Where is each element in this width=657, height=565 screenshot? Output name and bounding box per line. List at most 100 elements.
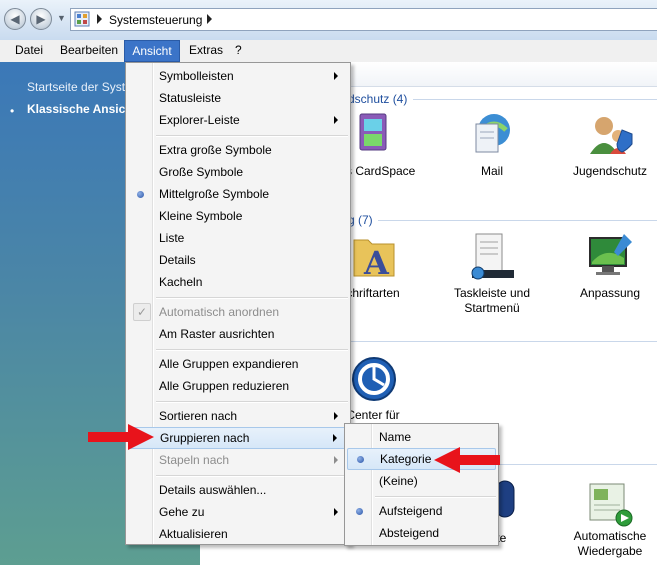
menu-item-label: Gehe zu <box>159 505 205 519</box>
taskbar-icon[interactable] <box>468 232 516 280</box>
submenu-arrow-icon <box>334 456 338 464</box>
submenu-arrow-icon <box>334 508 338 516</box>
item-label[interactable]: Automatische Wiedergabe <box>555 529 657 559</box>
menu-item-details[interactable]: Details <box>128 249 348 271</box>
menu-item-gruppieren-nach[interactable]: Gruppieren nach <box>128 427 348 449</box>
submenu-item-keine[interactable]: (Keine) <box>347 470 496 492</box>
group-divider <box>348 341 657 342</box>
menu-separator <box>156 297 348 299</box>
menu-item-explorer-leiste[interactable]: Explorer-Leiste <box>128 109 348 131</box>
bullet-icon: • <box>10 104 15 118</box>
forward-button[interactable]: ▶ <box>30 8 52 30</box>
menu-ansicht[interactable]: Ansicht <box>124 40 180 62</box>
menu-item-label: Am Raster ausrichten <box>159 327 275 341</box>
menu-item-label: Große Symbole <box>159 165 244 179</box>
breadcrumb-chevron-icon[interactable] <box>207 14 212 24</box>
menu-item-label: Details auswählen... <box>159 483 267 497</box>
ease-of-access-icon[interactable] <box>350 355 398 403</box>
group-header[interactable]: dschutz (4) <box>348 92 407 106</box>
menu-separator <box>156 135 348 137</box>
menu-bearbeiten[interactable]: Bearbeiten <box>55 40 123 62</box>
menu-item-gehe-zu[interactable]: Gehe zu <box>128 501 348 523</box>
menu-item-label: Aktualisieren <box>159 527 228 541</box>
item-label[interactable]: Mail <box>437 164 547 179</box>
menu-item-sortieren-nach[interactable]: Sortieren nach <box>128 405 348 427</box>
menu-item-label: Symbolleisten <box>159 69 234 83</box>
menu-item-label: Alle Gruppen expandieren <box>159 357 299 371</box>
menu-item-label: Mittelgroße Symbole <box>159 187 270 201</box>
menu-item-grosse-symbole[interactable]: Große Symbole <box>128 161 348 183</box>
menu-item-label: Alle Gruppen reduzieren <box>159 379 290 393</box>
menu-item-label: Liste <box>159 231 185 245</box>
menu-bar: Datei Bearbeiten Ansicht Extras ? <box>0 40 657 63</box>
submenu-arrow-icon <box>334 412 338 420</box>
menu-item-am-raster-ausrichten[interactable]: Am Raster ausrichten <box>128 323 348 345</box>
menu-item-label: Aufsteigend <box>379 504 443 518</box>
menu-item-liste[interactable]: Liste <box>128 227 348 249</box>
address-bar: ◀ ▶ ▼ Systemsteuerung <box>0 0 657 41</box>
ansicht-menu: Symbolleisten Statusleiste Explorer-Leis… <box>125 62 351 545</box>
menu-item-label: Kleine Symbole <box>159 209 243 223</box>
menu-item-stapeln-nach: Stapeln nach <box>128 449 348 471</box>
menu-item-details-auswaehlen[interactable]: Details auswählen... <box>128 479 348 501</box>
breadcrumb-chevron-icon[interactable] <box>97 14 102 24</box>
devices-icon[interactable] <box>492 477 540 525</box>
menu-help[interactable]: ? <box>230 40 247 62</box>
forward-arrow-icon: ▶ <box>36 12 46 26</box>
link-classic-view[interactable]: Klassische Ansicht <box>27 102 137 116</box>
menu-item-kleine-symbole[interactable]: Kleine Symbole <box>128 205 348 227</box>
group-divider <box>413 99 657 100</box>
control-panel-icon <box>74 11 90 27</box>
menu-item-label: Kategorie <box>380 452 432 466</box>
submenu-arrow-icon <box>334 72 338 80</box>
menu-item-label: Absteigend <box>379 526 440 540</box>
back-arrow-icon: ◀ <box>10 12 20 26</box>
personalization-icon[interactable] <box>586 232 634 280</box>
menu-item-symbolleisten[interactable]: Symbolleisten <box>128 65 348 87</box>
cardspace-icon[interactable] <box>350 110 398 158</box>
menu-item-label: Name <box>379 430 412 444</box>
menu-item-label: Explorer-Leiste <box>159 113 240 127</box>
autoplay-icon[interactable] <box>586 480 634 528</box>
menu-item-alle-gruppen-reduzieren[interactable]: Alle Gruppen reduzieren <box>128 375 348 397</box>
menu-item-label: Automatisch anordnen <box>159 305 280 319</box>
menu-separator <box>156 475 348 477</box>
recent-pages-dropdown[interactable]: ▼ <box>57 13 66 23</box>
menu-item-mittelgrosse-symbole[interactable]: Mittelgroße Symbole <box>128 183 348 205</box>
mail-icon[interactable] <box>468 110 516 158</box>
submenu-item-aufsteigend[interactable]: Aufsteigend <box>347 500 496 522</box>
item-label[interactable]: Anpassung <box>555 286 657 301</box>
menu-item-label: Statusleiste <box>159 91 222 105</box>
fonts-folder-icon[interactable]: A <box>350 232 398 280</box>
back-button[interactable]: ◀ <box>4 8 26 30</box>
menu-item-label: Details <box>159 253 196 267</box>
menu-separator <box>156 349 348 351</box>
submenu-item-name[interactable]: Name <box>347 426 496 448</box>
parental-controls-icon[interactable] <box>586 110 634 158</box>
submenu-item-absteigend[interactable]: Absteigend <box>347 522 496 544</box>
breadcrumb-systemsteuerung[interactable]: Systemsteuerung <box>109 13 202 27</box>
menu-extras[interactable]: Extras <box>184 40 228 62</box>
group-divider <box>378 220 657 221</box>
menu-item-label: Kacheln <box>159 275 203 289</box>
group-divider <box>496 464 657 465</box>
menu-datei[interactable]: Datei <box>10 40 48 62</box>
submenu-arrow-icon <box>333 434 337 442</box>
svg-text:A: A <box>363 244 390 280</box>
submenu-arrow-icon <box>334 116 338 124</box>
item-label[interactable]: Taskleiste und Startmenü <box>437 286 547 316</box>
menu-item-statusleiste[interactable]: Statusleiste <box>128 87 348 109</box>
menu-item-alle-gruppen-expandieren[interactable]: Alle Gruppen expandieren <box>128 353 348 375</box>
red-arrow-icon <box>88 424 154 450</box>
radio-selected-icon <box>356 508 363 515</box>
menu-item-extra-grosse-symbole[interactable]: Extra große Symbole <box>128 139 348 161</box>
menu-item-aktualisieren[interactable]: Aktualisieren <box>128 523 348 545</box>
address-field[interactable]: Systemsteuerung <box>70 8 657 31</box>
item-label[interactable]: Jugendschutz <box>555 164 657 179</box>
radio-selected-icon <box>357 456 364 463</box>
checkmark-icon: ✓ <box>133 303 151 321</box>
menu-item-kacheln[interactable]: Kacheln <box>128 271 348 293</box>
menu-item-label: Extra große Symbole <box>159 143 272 157</box>
group-header[interactable]: g (7) <box>348 213 373 227</box>
menu-item-label: Stapeln nach <box>159 453 230 467</box>
